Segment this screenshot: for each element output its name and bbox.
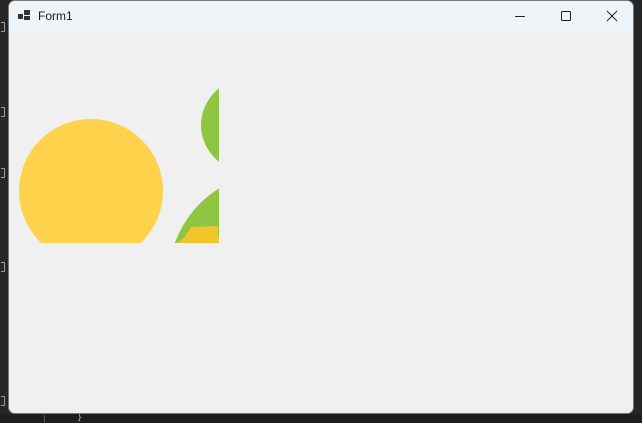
editor-indent-guide	[44, 415, 45, 423]
editor-brace: }	[77, 413, 83, 423]
app-icon	[18, 10, 30, 20]
minimize-icon	[515, 16, 525, 17]
maximize-icon	[561, 11, 571, 21]
close-icon	[606, 10, 618, 22]
window-title: Form1	[38, 9, 73, 23]
editor-bottom-strip	[0, 414, 642, 423]
code-editor-gutter	[0, 0, 8, 423]
minimize-button[interactable]	[497, 1, 543, 31]
leaf-shape-top	[201, 88, 219, 162]
sun-shape	[19, 119, 163, 243]
form-client-area[interactable]	[9, 32, 633, 413]
maximize-button[interactable]	[543, 1, 589, 31]
close-button[interactable]	[589, 1, 633, 31]
picture-box	[19, 88, 219, 243]
form-window[interactable]: Form1	[8, 0, 634, 414]
title-bar[interactable]: Form1	[9, 1, 633, 32]
